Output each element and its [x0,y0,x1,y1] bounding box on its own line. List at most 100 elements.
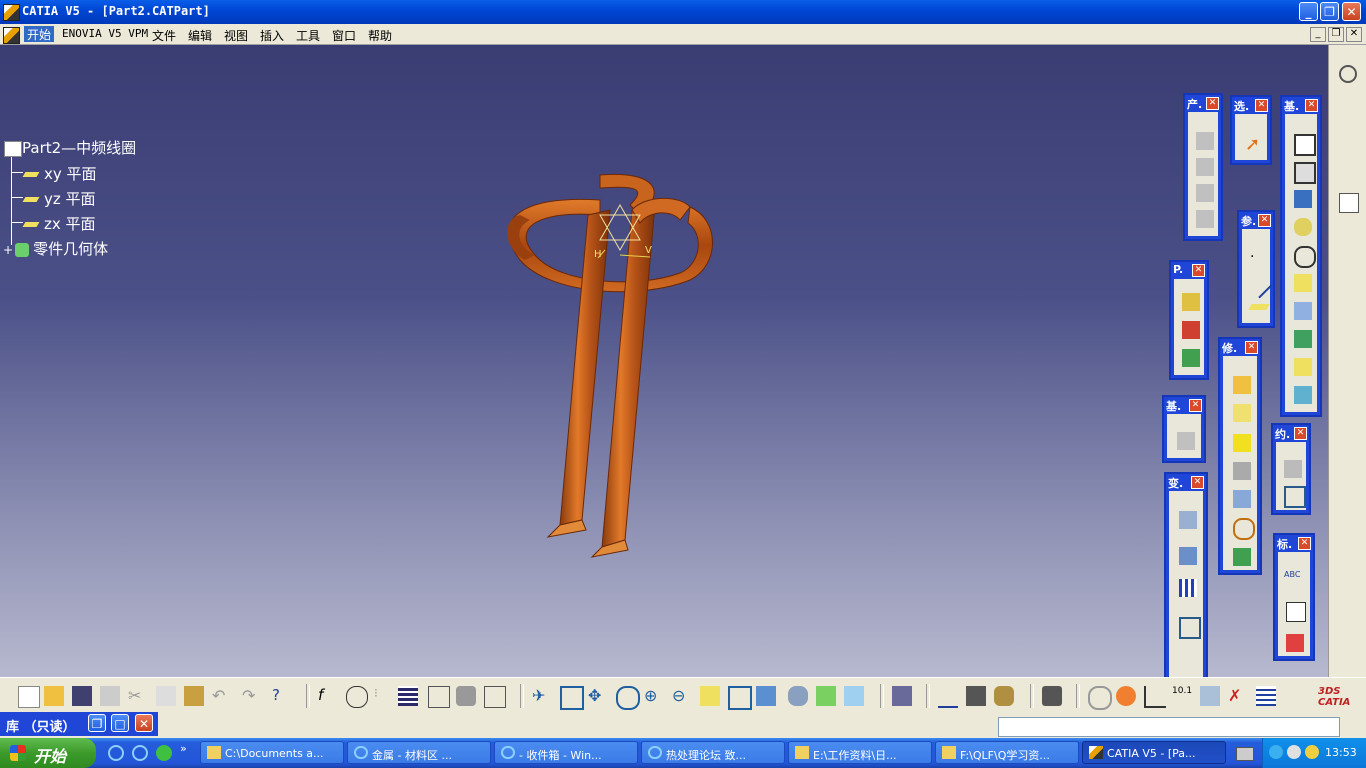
toolbar-select[interactable]: 选. ✕ ➚ [1230,95,1272,165]
zoom-out-icon[interactable]: ⊖ [672,686,692,706]
tree-graph-icon[interactable] [428,686,450,708]
pad-icon[interactable] [1294,134,1316,156]
start-button[interactable]: 开始 [0,738,96,768]
menu-insert[interactable]: 插入 [260,27,284,44]
measure-inertia-icon[interactable] [994,686,1014,706]
library-maximize-button[interactable]: □ [111,714,129,732]
tray-expand-icon[interactable] [1269,745,1283,759]
constraint-defined-icon[interactable] [1284,486,1306,508]
list-icon[interactable] [1256,686,1276,706]
plane-icon[interactable] [1248,304,1270,310]
shaft-icon[interactable] [1294,190,1312,208]
thread-icon[interactable] [1233,518,1255,540]
catia-app-icon[interactable] [3,4,20,21]
undo-icon[interactable]: ↶ [212,686,232,706]
tree-item-xy-plane[interactable]: xy 平面 [22,163,97,184]
clock[interactable]: 13:53 [1325,746,1357,759]
hide-show-icon[interactable] [816,686,836,706]
split-icon[interactable] [1177,432,1195,450]
minimize-button[interactable]: _ [1299,2,1318,21]
paste-icon[interactable] [184,686,204,706]
select-arrow-icon[interactable]: ➚ [1245,134,1263,155]
measure-between-icon[interactable] [938,686,958,708]
formula-icon[interactable]: f [318,686,338,706]
expand-plus-icon[interactable]: + [3,243,13,257]
product-tool-icon[interactable] [1196,210,1214,228]
menu-tools[interactable]: 工具 [296,27,320,44]
print-icon[interactable] [100,686,120,706]
hole-icon[interactable] [1294,246,1316,268]
whats-this-icon[interactable]: ? [272,686,292,706]
toolbar-product[interactable]: 产. ✕ [1183,93,1223,241]
toolbar-close-icon[interactable]: ✕ [1258,214,1271,227]
translate-icon[interactable] [1179,511,1197,529]
mdi-close-button[interactable]: ✕ [1346,27,1362,42]
cut-icon[interactable]: ✂ [128,686,148,706]
draft-icon[interactable] [1233,434,1251,452]
toolbar-post[interactable]: P. ✕ [1169,260,1209,380]
toolbar-base-features[interactable]: 基. ✕ [1280,95,1322,417]
task-work-files[interactable]: E:\工作资料\日... [788,741,932,764]
tree-root-part[interactable]: Part2—中频线圈 [4,137,136,158]
product-tool-icon[interactable] [1196,184,1214,202]
tree-item-zx-plane[interactable]: zx 平面 [22,213,96,234]
pattern-icon[interactable] [1179,579,1197,597]
point-icon[interactable]: · [1250,249,1268,267]
remove-face-icon[interactable] [1233,548,1251,566]
axis-icon[interactable] [1144,686,1166,708]
multi-view-icon[interactable] [728,686,752,710]
swap-space-icon[interactable] [844,686,864,706]
text-annotation-icon[interactable]: ABC [1284,570,1310,588]
constraint-icon[interactable] [1284,460,1302,478]
slot-icon[interactable] [1294,302,1312,320]
menu-enovia[interactable]: ENOVIA V5 VPM [62,27,148,40]
model-canvas[interactable]: H V [0,45,1328,677]
tray-security-icon[interactable] [1305,745,1319,759]
fly-mode-icon[interactable]: ✈ [532,686,552,706]
gear-icon[interactable] [1339,65,1357,83]
tray-network-icon[interactable] [1287,745,1301,759]
tree-item-part-body[interactable]: + 零件几何体 [3,238,108,259]
hand-pan-icon[interactable] [1116,686,1136,706]
ie2-quicklaunch-icon[interactable] [132,745,148,761]
fillet-icon[interactable] [1233,376,1251,394]
toolbar-constraint[interactable]: 约. ✕ [1271,423,1311,515]
tree-item-yz-plane[interactable]: yz 平面 [22,188,96,209]
mdi-minimize-button[interactable]: _ [1310,27,1326,42]
toolbar-base2[interactable]: 基. ✕ [1162,395,1206,463]
knowledge-icon[interactable]: ⁝ [374,686,394,706]
3d-viewport[interactable]: H V Part2—中频线圈 xy 平面 yz 平面 zx 平面 + 零件几何体 … [0,45,1328,677]
toolbar-close-icon[interactable]: ✕ [1298,537,1311,550]
task-qlf-folder[interactable]: F:\QLF\Q学习资... [935,741,1079,764]
toolbar-close-icon[interactable]: ✕ [1255,99,1268,112]
cut-section-icon[interactable] [1200,686,1220,706]
task-inbox[interactable]: - 收件箱 - Win... [494,741,638,764]
menu-edit[interactable]: 编辑 [188,27,212,44]
toolbar-close-icon[interactable]: ✕ [1191,476,1204,489]
shading-icon[interactable] [788,686,808,706]
menu-window[interactable]: 窗口 [332,27,356,44]
copy-icon[interactable] [156,686,176,706]
library-close-button[interactable]: ✕ [135,714,153,732]
table-icon[interactable] [398,686,418,706]
toolbar-close-icon[interactable]: ✕ [1206,97,1219,110]
pocket-icon[interactable] [1294,162,1316,184]
toolbar-annotation[interactable]: 标. ✕ ABC [1273,533,1315,661]
maximize-button[interactable]: ❐ [1320,2,1339,21]
toolbar-close-icon[interactable]: ✕ [1294,427,1307,440]
shell-icon[interactable] [1233,462,1251,480]
library-window[interactable]: 库 （只读） ❐ □ ✕ [0,712,158,736]
chamfer-icon[interactable] [1233,404,1251,422]
rotate-icon[interactable] [616,686,640,710]
groove-icon[interactable] [1294,218,1312,236]
window-title-bar[interactable]: CATIA V5 - [Part2.CATPart] _ ❐ ✕ [0,0,1366,24]
loft-icon[interactable] [1294,358,1312,376]
measure-item-icon[interactable] [966,686,986,706]
menu-view[interactable]: 视图 [224,27,248,44]
command-input[interactable] [998,717,1340,737]
toolbar-close-icon[interactable]: ✕ [1245,341,1258,354]
save-icon[interactable] [72,686,92,706]
3d-annotation-icon[interactable] [1286,634,1304,652]
remove-loft-icon[interactable] [1294,386,1312,404]
pan-icon[interactable]: ✥ [588,686,608,706]
